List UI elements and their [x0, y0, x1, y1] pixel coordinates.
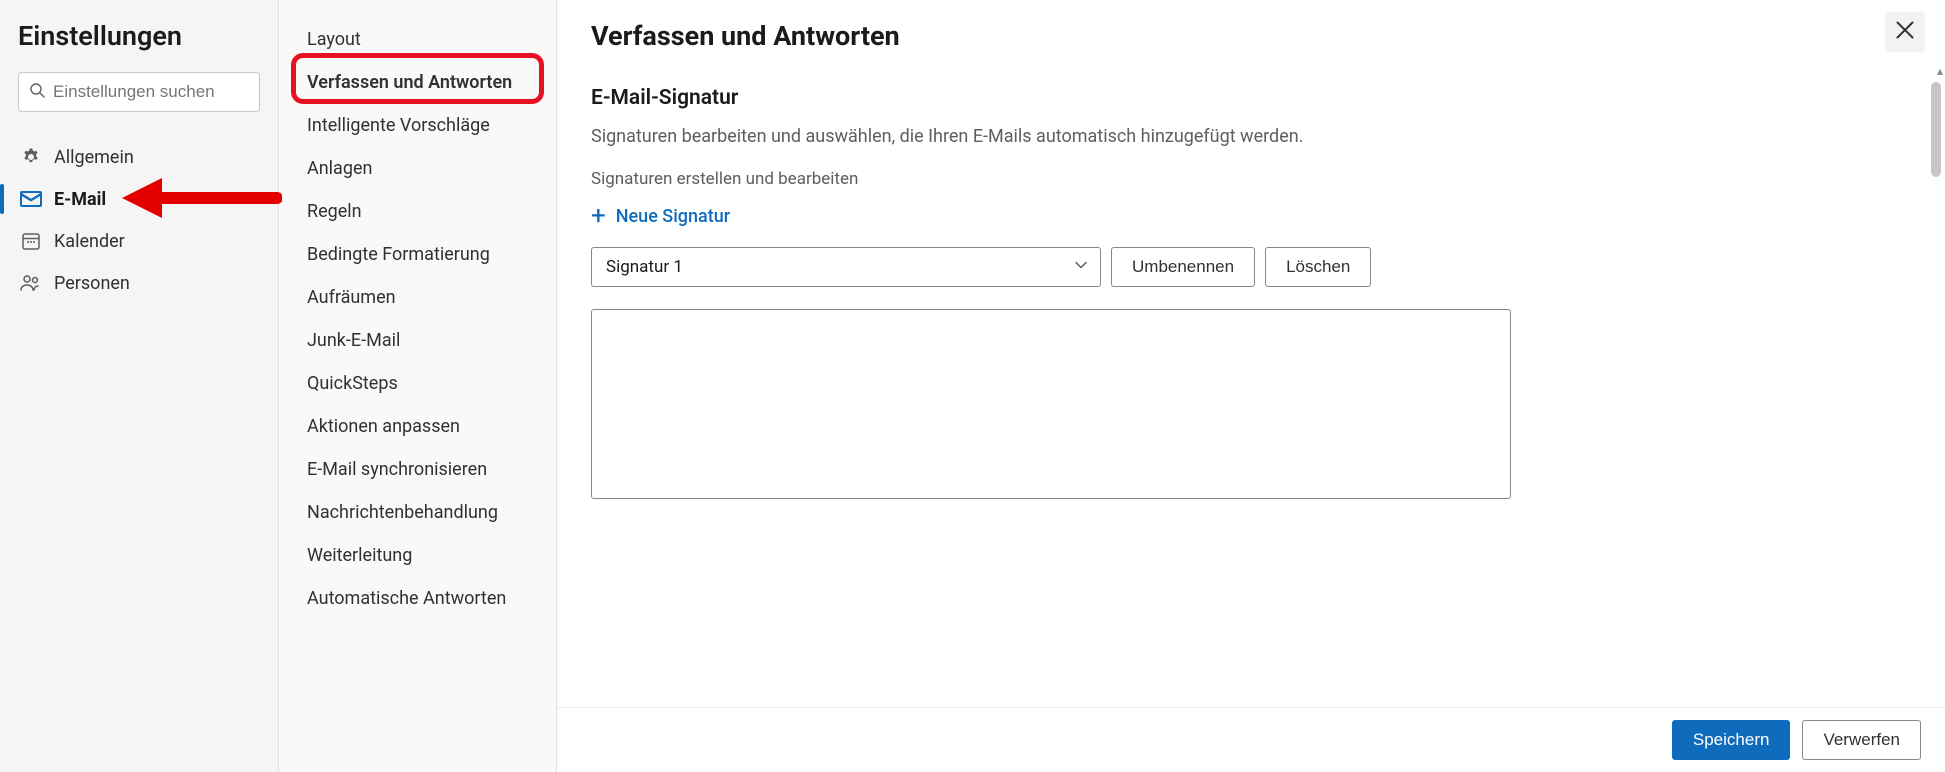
- settings-detail-panel: Verfassen und Antworten E-Mail-Signatur …: [557, 0, 1945, 772]
- signature-editor[interactable]: [591, 309, 1511, 499]
- subnav-item-compose-reply[interactable]: Verfassen und Antworten: [279, 61, 556, 104]
- subnav-item-cleanup[interactable]: Aufräumen: [279, 276, 556, 319]
- signature-select-value: Signatur 1: [606, 257, 683, 277]
- subnav-item-customize-actions[interactable]: Aktionen anpassen: [279, 405, 556, 448]
- discard-button[interactable]: Verwerfen: [1802, 720, 1921, 760]
- mail-icon: [20, 188, 42, 210]
- subnav-item-forwarding[interactable]: Weiterleitung: [279, 534, 556, 577]
- subnav-item-message-handling[interactable]: Nachrichtenbehandlung: [279, 491, 556, 534]
- sidebar-item-label: Kalender: [54, 231, 125, 252]
- page-title: Verfassen und Antworten: [591, 20, 1911, 52]
- sidebar-item-general[interactable]: Allgemein: [18, 136, 260, 178]
- save-button[interactable]: Speichern: [1672, 720, 1791, 760]
- scrollbar-thumb[interactable]: [1931, 82, 1941, 177]
- close-icon: [1895, 20, 1915, 44]
- subnav-item-smart-suggestions[interactable]: Intelligente Vorschläge: [279, 104, 556, 147]
- sidebar-item-people[interactable]: Personen: [18, 262, 260, 304]
- settings-primary-nav: Einstellungen Allgemein E-M: [0, 0, 279, 772]
- gear-icon: [20, 146, 42, 168]
- scroll-up-icon: ▴: [1937, 64, 1943, 78]
- sidebar-item-calendar[interactable]: Kalender: [18, 220, 260, 262]
- subnav-item-layout[interactable]: Layout: [279, 18, 556, 61]
- sidebar-item-label: Personen: [54, 273, 130, 294]
- scrollbar[interactable]: ▴: [1931, 82, 1941, 686]
- chevron-down-icon: [1074, 257, 1088, 277]
- plus-icon: +: [591, 203, 606, 229]
- signature-heading: E-Mail-Signatur: [591, 86, 1911, 110]
- search-icon: [29, 82, 45, 102]
- subnav-item-junk[interactable]: Junk-E-Mail: [279, 319, 556, 362]
- people-icon: [20, 272, 42, 294]
- subnav-item-attachments[interactable]: Anlagen: [279, 147, 556, 190]
- sidebar-item-label: Allgemein: [54, 147, 134, 168]
- subnav-item-sync-email[interactable]: E-Mail synchronisieren: [279, 448, 556, 491]
- sidebar-item-label: E-Mail: [54, 189, 106, 210]
- signature-create-label: Signaturen erstellen und bearbeiten: [591, 169, 1911, 189]
- calendar-icon: [20, 230, 42, 252]
- rename-button[interactable]: Umbenennen: [1111, 247, 1255, 287]
- email-settings-subnav: Layout Verfassen und Antworten Intellige…: [279, 0, 557, 772]
- subnav-item-auto-replies[interactable]: Automatische Antworten: [279, 577, 556, 620]
- new-signature-label: Neue Signatur: [616, 206, 730, 227]
- subnav-item-quicksteps[interactable]: QuickSteps: [279, 362, 556, 405]
- sidebar-item-email[interactable]: E-Mail: [18, 178, 260, 220]
- settings-search[interactable]: [18, 72, 260, 112]
- subnav-item-rules[interactable]: Regeln: [279, 190, 556, 233]
- signature-select[interactable]: Signatur 1: [591, 247, 1101, 287]
- panel-footer: Speichern Verwerfen: [557, 707, 1945, 772]
- delete-button[interactable]: Löschen: [1265, 247, 1371, 287]
- signature-description: Signaturen bearbeiten und auswählen, die…: [591, 126, 1911, 147]
- settings-title: Einstellungen: [18, 20, 260, 52]
- new-signature-button[interactable]: + Neue Signatur: [591, 203, 730, 229]
- subnav-item-conditional-formatting[interactable]: Bedingte Formatierung: [279, 233, 556, 276]
- settings-search-input[interactable]: [53, 82, 249, 102]
- close-button[interactable]: [1885, 12, 1925, 52]
